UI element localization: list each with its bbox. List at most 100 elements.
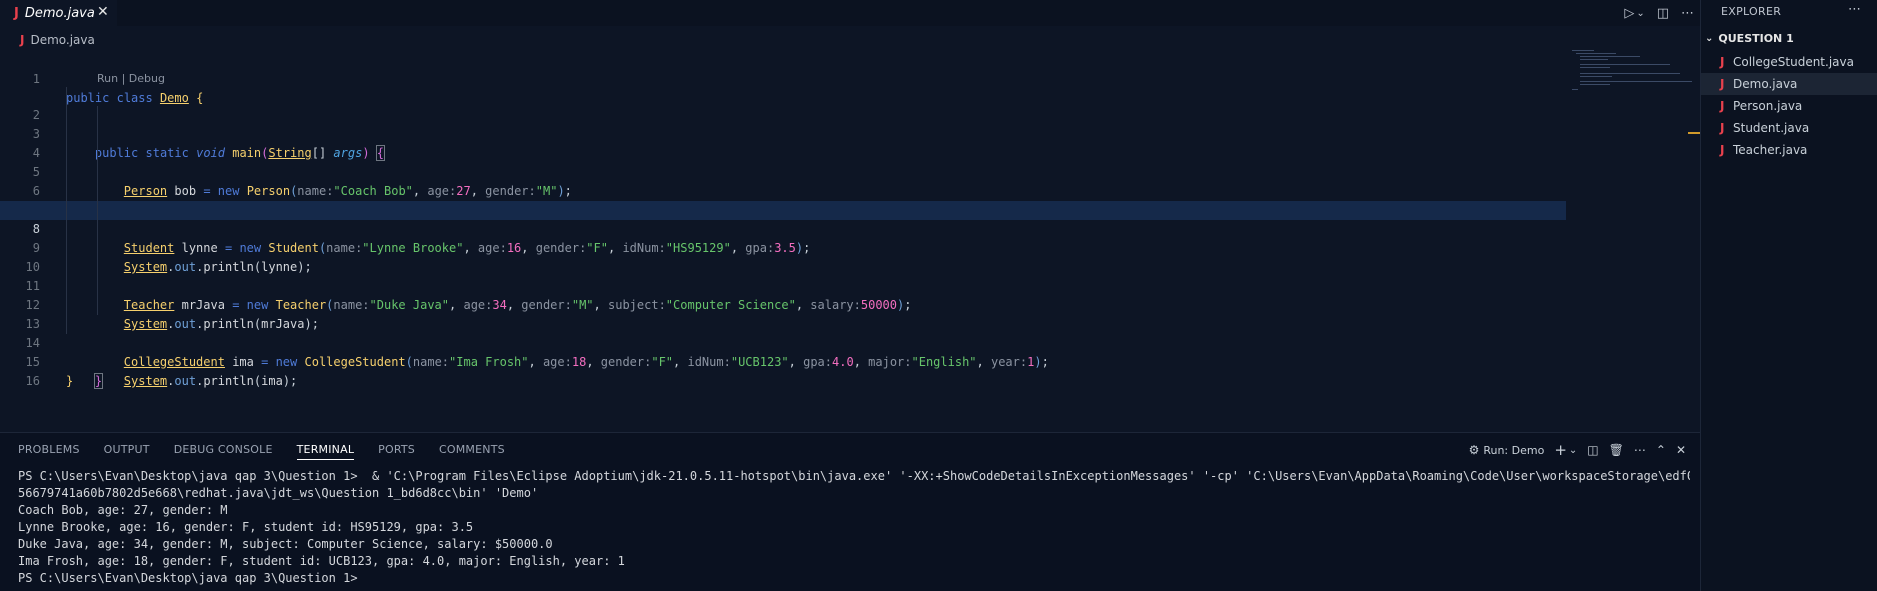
folder-question-1[interactable]: ⌄ QUESTION 1 — [1705, 32, 1794, 45]
code-line[interactable]: 12 CollegeStudent ima = new CollegeStude… — [0, 277, 1566, 369]
file-item[interactable]: J Person.java — [1701, 95, 1877, 117]
indent-guide — [97, 163, 98, 182]
indent-guide — [66, 201, 67, 220]
maximize-panel-icon[interactable]: ⌃ — [1656, 443, 1666, 457]
file-item[interactable]: J Teacher.java — [1701, 139, 1877, 161]
tab-terminal[interactable]: TERMINAL — [296, 443, 355, 460]
code-line[interactable]: 10 System.out.println(mrJava); — [0, 239, 1566, 331]
panel-tabs: PROBLEMS OUTPUT DEBUG CONSOLE TERMINAL P… — [18, 443, 529, 460]
code-line[interactable]: 15 } — [0, 334, 1566, 388]
indent-guide — [66, 220, 67, 239]
code-line[interactable]: 2 public static void main(String[] args)… — [0, 87, 1566, 161]
tab-label: Demo.java — [24, 5, 95, 21]
file-item-active[interactable]: J Demo.java — [1701, 73, 1877, 95]
indent-guide — [97, 258, 98, 277]
chevron-down-icon[interactable]: ⌄ — [1569, 445, 1577, 456]
indent-guide — [66, 144, 67, 163]
tab-comments[interactable]: COMMENTS — [439, 443, 505, 460]
overview-ruler-marker — [1688, 132, 1700, 134]
more-actions-icon[interactable]: ⋯ — [1681, 6, 1694, 21]
more-actions-icon[interactable]: ⋯ — [1634, 443, 1646, 457]
close-icon[interactable]: ✕ — [97, 4, 109, 20]
code-line[interactable]: 14 } — [0, 315, 1566, 389]
file-label: CollegeStudent.java — [1733, 55, 1854, 69]
terminal-prompt[interactable]: PS C:\Users\Evan\Desktop\java qap 3\Ques… — [18, 570, 1690, 587]
indent-guide — [97, 277, 98, 296]
java-file-icon: J — [1720, 99, 1725, 113]
minimap[interactable] — [1572, 50, 1692, 90]
tab-problems[interactable]: PROBLEMS — [18, 443, 80, 460]
indent-guide — [97, 239, 98, 258]
editor-actions: ▷ ⌄ ◫ ⋯ — [1624, 0, 1694, 26]
indent-guide — [97, 106, 98, 125]
java-file-icon: J — [20, 33, 25, 47]
chevron-down-icon: ⌄ — [1705, 33, 1714, 44]
close-icon[interactable]: ✕ — [1676, 443, 1686, 457]
minimap-line — [1572, 50, 1594, 51]
terminal-line: Coach Bob, age: 27, gender: M — [18, 503, 228, 517]
code-line[interactable]: 4 System.out.println(bob); — [0, 125, 1566, 217]
java-file-icon: J — [1720, 77, 1725, 91]
terminal-line: 56679741a60b7802d5e668\redhat.java\jdt_w… — [18, 486, 539, 500]
chevron-down-icon[interactable]: ⌄ — [1636, 8, 1644, 19]
indent-guide — [97, 182, 98, 201]
terminal-line: Duke Java, age: 34, gender: M, subject: … — [18, 537, 553, 551]
code-line[interactable]: 1 public class Demo { — [0, 51, 1566, 105]
code-line[interactable]: 16 — [0, 353, 1566, 388]
file-item[interactable]: J Student.java — [1701, 117, 1877, 139]
run-icon[interactable]: ▷ — [1624, 6, 1634, 21]
explorer-title: EXPLORER — [1721, 5, 1782, 18]
code-editor[interactable]: 1 public class Demo { Run | Debug 2 publ… — [0, 51, 1566, 389]
minimap-line — [1580, 76, 1612, 77]
split-editor-icon[interactable]: ◫ — [1657, 6, 1669, 21]
java-file-icon: J — [1720, 55, 1725, 69]
indent-guide — [66, 315, 67, 334]
file-list: J CollegeStudent.java J Demo.java J Pers… — [1701, 51, 1877, 161]
tab-demo-java[interactable]: J Demo.java ✕ — [0, 0, 117, 26]
tab-debug-console[interactable]: DEBUG CONSOLE — [174, 443, 273, 460]
indent-guide — [66, 87, 67, 106]
terminal-line: Ima Frosh, age: 18, gender: F, student i… — [18, 554, 625, 568]
code-line[interactable]: 13 System.out.println(ima); — [0, 296, 1566, 388]
code-line[interactable]: 5 — [0, 144, 1566, 179]
indent-guide — [66, 258, 67, 277]
minimap-line — [1580, 81, 1692, 82]
breadcrumb[interactable]: J Demo.java — [20, 31, 95, 49]
minimap-line — [1580, 59, 1608, 60]
indent-guide — [97, 125, 98, 144]
tab-ports[interactable]: PORTS — [378, 443, 415, 460]
indent-guide — [66, 239, 67, 258]
file-label: Student.java — [1733, 121, 1810, 135]
code-line[interactable]: 11 — [0, 258, 1566, 293]
minimap-line — [1576, 53, 1616, 54]
trash-icon[interactable]: 🗑 — [1609, 443, 1624, 457]
minimap-line — [1572, 89, 1578, 90]
breadcrumb-file[interactable]: Demo.java — [30, 33, 94, 47]
terminal-output[interactable]: PS C:\Users\Evan\Desktop\java qap 3\Ques… — [18, 468, 1690, 587]
split-terminal-icon[interactable]: ◫ — [1587, 443, 1598, 457]
indent-guide — [66, 182, 67, 201]
more-actions-icon[interactable]: ⋯ — [1848, 2, 1861, 17]
indent-guide — [66, 125, 67, 144]
code-line-current[interactable]: 8 — [0, 201, 1566, 236]
indent-guide — [66, 106, 67, 125]
minimap-line — [1580, 56, 1640, 57]
code-line[interactable]: 3 Person bob = new Person(name:"Coach Bo… — [0, 106, 1566, 198]
indent-guide — [97, 144, 98, 163]
codelens-run-debug[interactable]: Run | Debug — [0, 70, 1566, 87]
code-text: } — [66, 374, 74, 388]
new-terminal-icon[interactable]: + — [1554, 441, 1567, 459]
run-demo-label[interactable]: Run: Demo — [1483, 444, 1544, 457]
editor-pane: J Demo.java ✕ ▷ ⌄ ◫ ⋯ J Demo.java 1 publ… — [0, 0, 1700, 432]
code-line[interactable]: 6 Student lynne = new Student(name:"Lynn… — [0, 163, 1566, 255]
terminal-line: Lynne Brooke, age: 16, gender: F, studen… — [18, 520, 474, 534]
code-line[interactable]: 7 System.out.println(lynne); — [0, 182, 1566, 274]
minimap-line — [1580, 64, 1670, 65]
minimap-line — [1580, 73, 1680, 74]
indent-guide — [66, 277, 67, 296]
file-label: Teacher.java — [1733, 143, 1808, 157]
tab-output[interactable]: OUTPUT — [104, 443, 150, 460]
file-item[interactable]: J CollegeStudent.java — [1701, 51, 1877, 73]
gear-icon[interactable]: ⚙ — [1469, 443, 1480, 457]
code-line[interactable]: 9 Teacher mrJava = new Teacher(name:"Duk… — [0, 220, 1566, 312]
